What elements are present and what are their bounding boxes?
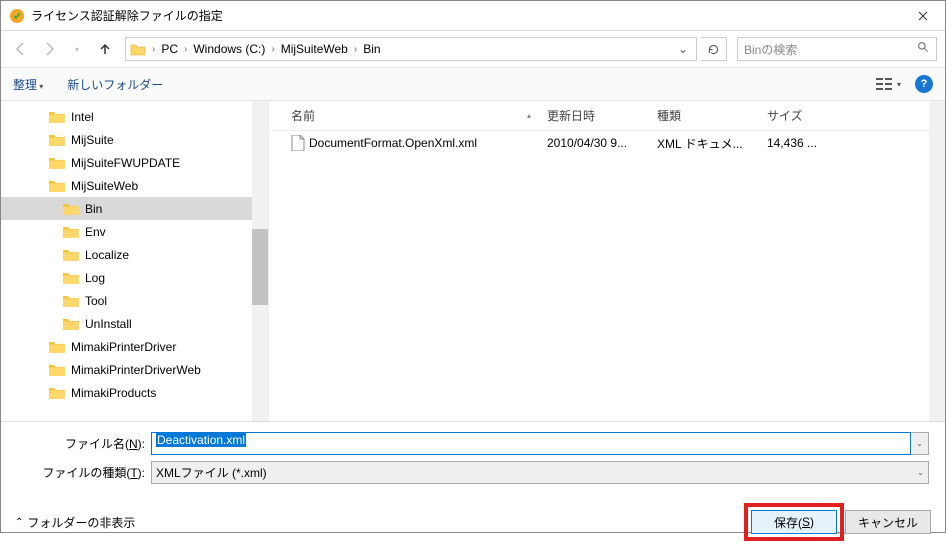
refresh-button[interactable] [701,37,727,61]
tree-item-label: Tool [85,294,107,308]
save-button[interactable]: 保存(S) [751,510,837,534]
breadcrumb-item[interactable]: Windows (C:) [189,42,269,56]
tree-item-label: MijSuite [71,133,114,147]
folder-icon [63,294,79,307]
breadcrumb-item[interactable]: MijSuiteWeb [277,42,352,56]
tree-item-label: Intel [71,110,94,124]
folder-icon [63,317,79,330]
tree-item-label: MimakiPrinterDriver [71,340,176,354]
back-button[interactable] [9,37,33,61]
tree-item-label: MimakiProducts [71,386,156,400]
toolbar: 整理 新しいフォルダー ▾ ? [1,67,945,101]
title-bar: ライセンス認証解除ファイルの指定 [1,1,945,31]
drive-icon [130,41,146,57]
tree-item-label: Localize [85,248,129,262]
search-placeholder: Binの検索 [744,41,797,58]
filename-value: Deactivation.xml [156,433,246,447]
col-header-type[interactable]: 種類 [649,107,759,124]
tree-item-label: Bin [85,202,102,216]
filename-input[interactable]: Deactivation.xml [151,432,911,455]
recent-button[interactable]: ▾ [65,37,89,61]
file-date: 2010/04/30 9... [539,136,649,150]
folder-icon [49,156,65,169]
nav-bar: ▾ › PC › Windows (C:) › MijSuiteWeb › Bi… [1,31,945,67]
breadcrumb-bar[interactable]: › PC › Windows (C:) › MijSuiteWeb › Bin … [125,37,697,61]
filename-dropdown[interactable]: ⌄ [911,432,929,455]
window-title: ライセンス認証解除ファイルの指定 [31,7,900,24]
hide-folders-toggle[interactable]: ⌃ フォルダーの非表示 [15,514,135,531]
chevron-down-icon: ⌄ [917,468,924,477]
col-header-date[interactable]: 更新日時 [539,107,649,124]
filelist-scrollbar-track[interactable] [929,101,945,421]
folder-icon [63,271,79,284]
tree-item[interactable]: Bin [1,197,252,220]
chevron-right-icon: › [182,44,189,55]
app-icon [9,8,25,24]
chevron-up-icon: ⌃ [15,517,23,528]
tree-item[interactable]: MijSuiteWeb [1,174,252,197]
chevron-right-icon: › [352,44,359,55]
new-folder-button[interactable]: 新しいフォルダー [67,76,163,93]
main-area: Intel MijSuite MijSuiteFWUPDATE MijSuiteWeb… [1,101,945,421]
tree-item-label: Env [85,225,106,239]
file-row[interactable]: DocumentFormat.OpenXml.xml 2010/04/30 9..… [269,131,945,155]
sort-indicator-icon: ▴ [527,111,531,120]
view-options-button[interactable]: ▾ [876,77,901,91]
col-header-size[interactable]: サイズ [759,107,849,124]
file-type: XML ドキュメ... [649,135,759,152]
tree-item[interactable]: UnInstall [1,312,252,335]
tree-item-label: MijSuiteWeb [71,179,138,193]
up-button[interactable] [93,37,117,61]
filetype-value: XMLファイル (*.xml) [156,464,267,481]
tree-item-label: MimakiPrinterDriverWeb [71,363,201,377]
tree-item[interactable]: Intel [1,105,252,128]
search-input[interactable]: Binの検索 [737,37,937,61]
cancel-button[interactable]: キャンセル [845,510,931,534]
close-button[interactable] [900,1,945,31]
folder-icon [49,179,65,192]
filename-label: ファイル名(N): [1,435,151,452]
chevron-right-icon: › [150,44,157,55]
organize-button[interactable]: 整理 [13,76,43,93]
tree-item[interactable]: Localize [1,243,252,266]
breadcrumb-item[interactable]: Bin [359,42,384,56]
file-name: DocumentFormat.OpenXml.xml [309,136,477,150]
breadcrumb-item[interactable]: PC [157,42,182,56]
tree-item[interactable]: MimakiProducts [1,381,252,404]
tree-item-label: UnInstall [85,317,132,331]
help-button[interactable]: ? [915,75,933,93]
tree-item[interactable]: MijSuiteFWUPDATE [1,151,252,174]
footer: ⌃ フォルダーの非表示 保存(S) キャンセル [1,500,945,544]
filename-panel: ファイル名(N): Deactivation.xml ⌄ ファイルの種類(T):… [1,421,945,500]
forward-button[interactable] [37,37,61,61]
tree-item-label: Log [85,271,105,285]
col-header-name[interactable]: 名前 ▴ [269,107,539,124]
tree-item[interactable]: Env [1,220,252,243]
search-icon [917,41,930,57]
folder-icon [63,202,79,215]
chevron-right-icon: › [269,44,276,55]
file-icon [291,135,305,151]
tree-item-label: MijSuiteFWUPDATE [71,156,180,170]
tree-item[interactable]: MijSuite [1,128,252,151]
tree-scrollbar-thumb[interactable] [252,229,268,305]
tree-item[interactable]: MimakiPrinterDriverWeb [1,358,252,381]
folder-icon [49,363,65,376]
folder-tree[interactable]: Intel MijSuite MijSuiteFWUPDATE MijSuiteWeb… [1,101,269,421]
file-size: 14,436 ... [759,136,849,150]
tree-item[interactable]: Log [1,266,252,289]
tree-item[interactable]: Tool [1,289,252,312]
filetype-select[interactable]: XMLファイル (*.xml) ⌄ [151,461,929,484]
folder-icon [49,110,65,123]
folder-icon [49,386,65,399]
file-list: 名前 ▴ 更新日時 種類 サイズ DocumentFormat.OpenXml.… [269,101,945,421]
folder-icon [49,133,65,146]
file-list-header: 名前 ▴ 更新日時 種類 サイズ [269,101,945,131]
folder-icon [63,225,79,238]
folder-icon [63,248,79,261]
filetype-label: ファイルの種類(T): [1,464,151,481]
tree-item[interactable]: MimakiPrinterDriver [1,335,252,358]
folder-icon [49,340,65,353]
breadcrumb-dropdown[interactable]: ⌄ [674,42,692,56]
